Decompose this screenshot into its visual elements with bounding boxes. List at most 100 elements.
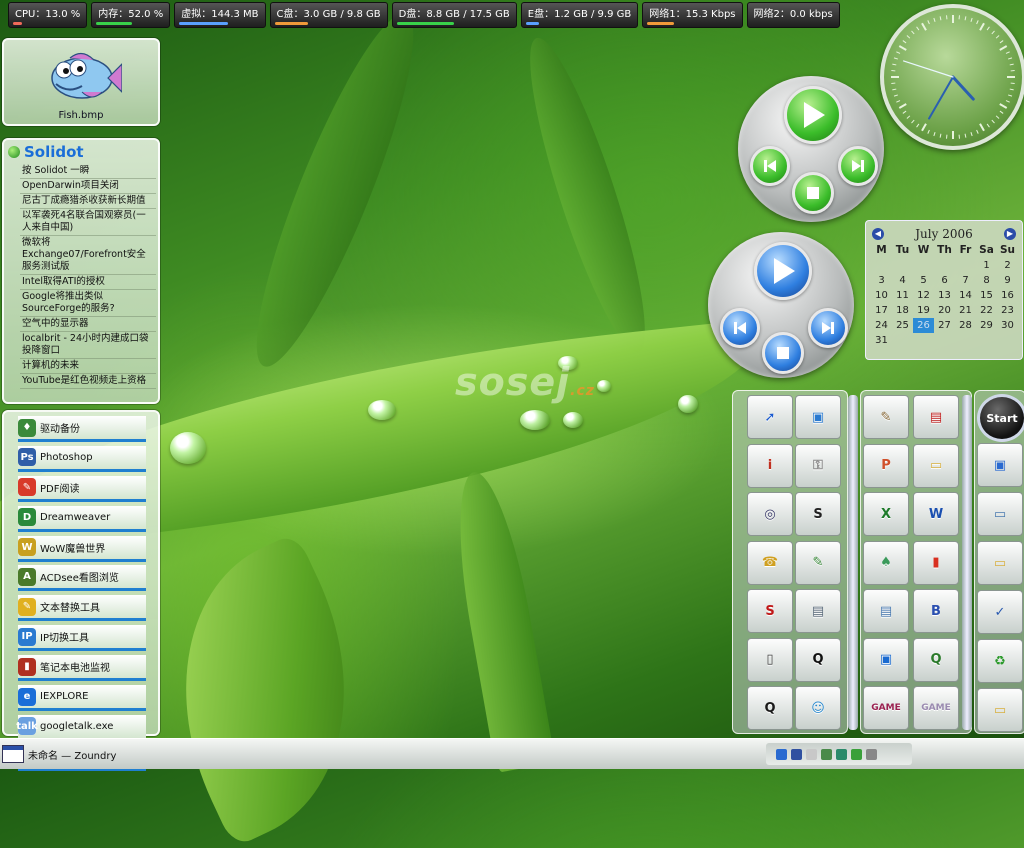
app-launcher-item[interactable]: ▮笔记本电池监视 (18, 655, 146, 681)
start-button[interactable]: Start (977, 394, 1024, 442)
headset-icon[interactable]: ◎ (747, 492, 793, 536)
calendar-day-cell[interactable]: 22 (976, 303, 997, 318)
calendar-day-cell[interactable]: 19 (913, 303, 934, 318)
calendar-day-cell[interactable]: 11 (892, 288, 913, 303)
recycle-bin-icon[interactable]: ♻ (977, 639, 1023, 683)
calendar-day-cell[interactable]: 9 (997, 273, 1018, 288)
play-button[interactable] (784, 86, 842, 144)
game-disabled-icon[interactable]: GAME (913, 686, 959, 730)
news-item[interactable]: YouTube是红色视频走上资格 (20, 374, 156, 389)
excel-icon[interactable]: X (863, 492, 909, 536)
calendar-day-cell[interactable]: 21 (955, 303, 976, 318)
stop-button[interactable] (792, 172, 834, 214)
calendar-day-cell[interactable]: 14 (955, 288, 976, 303)
calendar-prev-month-icon[interactable]: ◀ (872, 228, 884, 240)
news-item[interactable]: 微软将Exchange07/Forefront安全服务测试版 (20, 236, 156, 275)
lock-network-icon[interactable]: ⚿ (795, 444, 841, 488)
app-launcher-item[interactable]: ✎PDF阅读 (18, 476, 146, 502)
folder-open-icon[interactable]: ▭ (913, 444, 959, 488)
news-item[interactable]: OpenDarwin项目关闭 (20, 179, 156, 194)
calendar-day-cell[interactable]: 7 (955, 273, 976, 288)
calendar-day-cell[interactable]: 23 (997, 303, 1018, 318)
folder-2-icon[interactable]: ▭ (977, 688, 1023, 732)
desk-lamp-icon[interactable]: ♠ (863, 541, 909, 585)
window-arrow-icon[interactable]: ▣ (977, 443, 1023, 487)
phone-pc-icon[interactable]: ☎ (747, 541, 793, 585)
stop-button[interactable] (762, 332, 804, 374)
qq-penguin-icon[interactable]: Q (795, 638, 841, 682)
film-script-icon[interactable]: S (795, 492, 841, 536)
calendar-day-cell[interactable]: 20 (934, 303, 955, 318)
notebook-add-icon[interactable]: ▤ (913, 395, 959, 439)
app-launcher-item[interactable]: WWoW魔兽世界 (18, 536, 146, 562)
news-item[interactable]: 计算机的未来 (20, 359, 156, 374)
fish-widget[interactable]: Fish.bmp (2, 38, 160, 126)
calendar-day-cell[interactable]: 18 (892, 303, 913, 318)
network-tray-icon[interactable] (776, 749, 787, 760)
app-launcher-item[interactable]: DDreamweaver (18, 506, 146, 532)
calendar-day-cell[interactable]: 13 (934, 288, 955, 303)
play-button[interactable] (754, 242, 812, 300)
next-button[interactable] (808, 308, 848, 348)
recycle-tray-icon[interactable] (851, 749, 862, 760)
news-item[interactable]: 尼古丁成瘾猎杀收获新长期值 (20, 194, 156, 209)
calendar-day-cell[interactable]: 5 (913, 273, 934, 288)
app-launcher-item[interactable]: ✎文本替换工具 (18, 595, 146, 621)
news-item[interactable]: 以军袭死4名联合国观察员(一人来自中国) (20, 209, 156, 236)
next-button[interactable] (838, 146, 878, 186)
network-status-tray-icon[interactable] (836, 749, 847, 760)
chart-icon[interactable]: ▮ (913, 541, 959, 585)
calendar-day-cell[interactable]: 1 (976, 258, 997, 273)
monitor-tray-icon[interactable] (791, 749, 802, 760)
calendar-day-cell[interactable]: 2 (997, 258, 1018, 273)
taskbar-window-button[interactable]: 未命名 — Zoundry (2, 743, 126, 765)
calendar-day-cell[interactable]: 10 (871, 288, 892, 303)
launch-panel-divider[interactable] (848, 395, 858, 730)
previous-button[interactable] (720, 308, 760, 348)
app-launcher-item[interactable]: AACDsee看图浏览 (18, 565, 146, 591)
folder-icon[interactable]: ▭ (977, 541, 1023, 585)
news-item[interactable]: 按 Solidot 一瞬 (20, 164, 156, 179)
qq-penguin-3-icon[interactable]: Q (913, 638, 959, 682)
previous-button[interactable] (750, 146, 790, 186)
calendar-day-cell[interactable]: 12 (913, 288, 934, 303)
msn-people-icon[interactable]: ☺ (795, 686, 841, 730)
display-tray-icon[interactable] (821, 749, 832, 760)
computer-icon[interactable]: ▭ (977, 492, 1023, 536)
s-logo-icon[interactable]: S (747, 589, 793, 633)
calendar-day-cell[interactable]: 3 (871, 273, 892, 288)
document-tools-icon[interactable]: ▤ (863, 589, 909, 633)
news-item[interactable]: Intel取得ATI的授权 (20, 275, 156, 290)
bbc-icon[interactable]: B (913, 589, 959, 633)
launch-panel-divider[interactable] (962, 395, 972, 730)
checklist-icon[interactable]: ✓ (977, 590, 1023, 634)
calendar-day-cell[interactable]: 4 (892, 273, 913, 288)
calendar-next-month-icon[interactable]: ▶ (1004, 228, 1016, 240)
calendar-day-cell[interactable]: 24 (871, 318, 892, 333)
powerpoint-icon[interactable]: P (863, 444, 909, 488)
calendar-day-cell[interactable]: 17 (871, 303, 892, 318)
news-feed-title[interactable]: Solidot (24, 143, 84, 161)
calendar-day-cell[interactable]: 8 (976, 273, 997, 288)
word-icon[interactable]: W (913, 492, 959, 536)
app-launcher-item[interactable]: eIEXPLORE (18, 685, 146, 711)
calendar-day-cell[interactable]: 29 (976, 318, 997, 333)
calendar-day-cell[interactable]: 31 (871, 333, 892, 348)
app-launcher-item[interactable]: PsPhotoshop (18, 446, 146, 472)
msn-butterfly-icon[interactable]: ▣ (795, 395, 841, 439)
calendar-day-cell[interactable]: 15 (976, 288, 997, 303)
app-launcher-item[interactable]: IPIP切换工具 (18, 625, 146, 651)
device-window-icon[interactable]: ▤ (795, 589, 841, 633)
calendar-day-cell[interactable]: 6 (934, 273, 955, 288)
power-tray-icon[interactable] (866, 749, 877, 760)
calendar-day-cell[interactable]: 25 (892, 318, 913, 333)
app-launcher-item[interactable]: talkgoogletalk.exe (18, 715, 146, 741)
news-item[interactable]: Google将推出类似SourceForge的服务? (20, 290, 156, 317)
save-disk-icon[interactable]: ▣ (863, 638, 909, 682)
calendar-day-cell[interactable]: 30 (997, 318, 1018, 333)
calendar-day-cell[interactable]: 16 (997, 288, 1018, 303)
notepad-icon[interactable]: ✎ (863, 395, 909, 439)
arrow-app-icon[interactable]: ➚ (747, 395, 793, 439)
app-launcher-item[interactable]: ♦驱动备份 (18, 416, 146, 442)
window-tray-icon[interactable] (806, 749, 817, 760)
